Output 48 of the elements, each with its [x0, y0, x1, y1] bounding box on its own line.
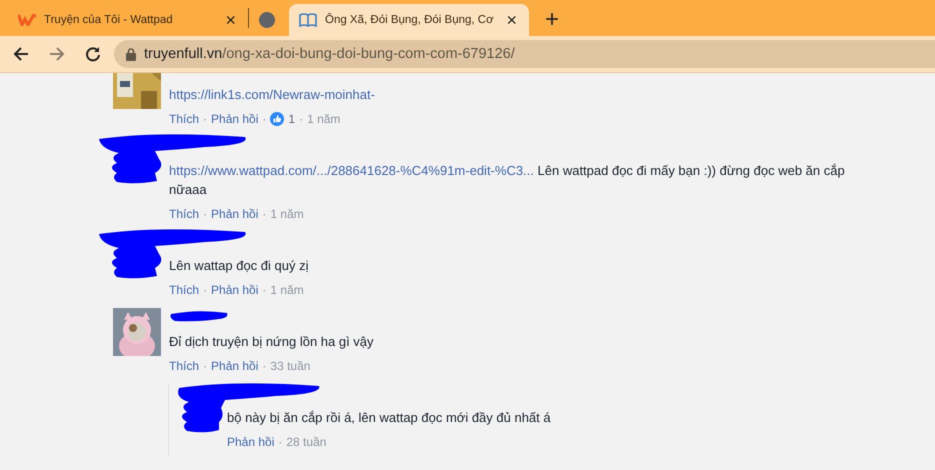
- comment-link[interactable]: https://www.wattpad.com/.../288641628-%C4%91m-edit-%C3...: [169, 163, 534, 178]
- back-arrow-icon: [13, 46, 29, 62]
- tab-title: Truyện của Tôi - Wattpad: [44, 14, 174, 26]
- action-link[interactable]: Thích: [169, 112, 200, 126]
- like-count: 1: [288, 112, 296, 126]
- like-badge-icon: [270, 112, 284, 126]
- close-tab-button[interactable]: ×: [223, 12, 238, 28]
- comment-time: 1 năm: [270, 207, 304, 221]
- reload-icon: [85, 46, 101, 62]
- w-logo-icon: [18, 14, 36, 26]
- separator-dot: ·: [299, 112, 304, 126]
- comment-text: Lên wattap đọc đi quý zị: [169, 257, 308, 275]
- forward-arrow-icon: [49, 46, 65, 62]
- separator-dot: ·: [278, 435, 282, 449]
- comment-time: 28 tuần: [286, 435, 326, 449]
- tab-title: Ông Xã, Đói Bụng, Đói Bụng, Cơ: [325, 14, 495, 26]
- comment-time: 1 năm: [307, 112, 340, 126]
- separator-dot: ·: [203, 207, 208, 221]
- circle-icon: [259, 12, 275, 28]
- lock-icon: [126, 48, 136, 60]
- action-link[interactable]: Phản hồi: [227, 435, 274, 449]
- comment-text: bộ này bị ăn cắp rồi á, lên wattap đọc mới đầy đủ nhất á: [227, 409, 551, 427]
- browser-tab[interactable]: Truyện của Tôi - Wattpad ×: [8, 4, 248, 36]
- browser-tab[interactable]: Ông Xã, Đói Bụng, Đói Bụng, Cơ ×: [289, 4, 529, 36]
- action-link[interactable]: Phản hồi: [211, 283, 258, 297]
- separator-dot: ·: [262, 283, 266, 297]
- address-bar[interactable]: truyenfull.vn/ong-xa-doi-bung-doi-bung-com-com-679126/: [114, 40, 935, 68]
- separator-dot: ·: [262, 112, 266, 126]
- action-link[interactable]: Thích: [169, 283, 200, 297]
- separator-dot: ·: [262, 359, 266, 373]
- action-link[interactable]: Thích: [169, 207, 200, 221]
- action-link[interactable]: Phản hồi: [211, 207, 258, 221]
- comment-link[interactable]: https://link1s.com/Newraw-moinhat-: [169, 87, 375, 102]
- action-link[interactable]: Thích: [169, 359, 200, 373]
- comment-text: https://www.wattpad.com/.../288641628-%C4%91m-edit-%C3... Lên wattpad đọc đi mấy bạn :)) đừng đọc web ăn cắp nữaaa: [169, 162, 846, 199]
- close-tab-button[interactable]: ×: [504, 12, 519, 28]
- new-tab-button[interactable]: +: [539, 8, 566, 32]
- action-link[interactable]: Phản hồi: [211, 359, 258, 373]
- separator-dot: ·: [203, 359, 208, 373]
- url-text: truyenfull.vn/ong-xa-doi-bung-doi-bung-com-com-679126/: [144, 46, 515, 62]
- separator-dot: ·: [203, 112, 208, 126]
- action-link[interactable]: Phản hồi: [211, 112, 258, 126]
- comment-text: Đỉ dịch truyện bị nứng lồn ha gì vậy: [169, 333, 374, 351]
- comment-time: 1 năm: [270, 283, 304, 297]
- comment-time: 33 tuần: [270, 359, 310, 373]
- book-icon: [299, 13, 317, 27]
- separator-dot: ·: [203, 283, 208, 297]
- separator-dot: ·: [262, 207, 266, 221]
